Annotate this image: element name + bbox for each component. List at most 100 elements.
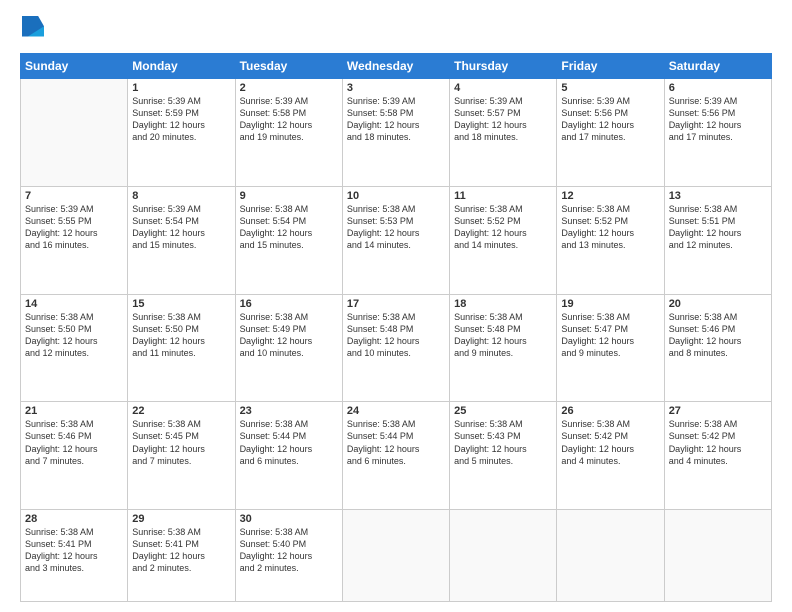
- calendar-cell: 29Sunrise: 5:38 AM Sunset: 5:41 PM Dayli…: [128, 510, 235, 602]
- calendar-cell: 28Sunrise: 5:38 AM Sunset: 5:41 PM Dayli…: [21, 510, 128, 602]
- calendar-cell: 2Sunrise: 5:39 AM Sunset: 5:58 PM Daylig…: [235, 79, 342, 187]
- day-info: Sunrise: 5:38 AM Sunset: 5:47 PM Dayligh…: [561, 311, 659, 360]
- calendar-cell: 1Sunrise: 5:39 AM Sunset: 5:59 PM Daylig…: [128, 79, 235, 187]
- day-info: Sunrise: 5:38 AM Sunset: 5:46 PM Dayligh…: [669, 311, 767, 360]
- calendar-cell: 3Sunrise: 5:39 AM Sunset: 5:58 PM Daylig…: [342, 79, 449, 187]
- calendar-cell: 11Sunrise: 5:38 AM Sunset: 5:52 PM Dayli…: [450, 186, 557, 294]
- calendar-cell: 19Sunrise: 5:38 AM Sunset: 5:47 PM Dayli…: [557, 294, 664, 402]
- day-number: 6: [669, 82, 767, 94]
- day-number: 27: [669, 405, 767, 417]
- calendar-cell: 14Sunrise: 5:38 AM Sunset: 5:50 PM Dayli…: [21, 294, 128, 402]
- calendar-cell: 25Sunrise: 5:38 AM Sunset: 5:43 PM Dayli…: [450, 402, 557, 510]
- calendar-cell: 27Sunrise: 5:38 AM Sunset: 5:42 PM Dayli…: [664, 402, 771, 510]
- day-info: Sunrise: 5:38 AM Sunset: 5:53 PM Dayligh…: [347, 203, 445, 252]
- day-info: Sunrise: 5:38 AM Sunset: 5:52 PM Dayligh…: [454, 203, 552, 252]
- day-info: Sunrise: 5:38 AM Sunset: 5:44 PM Dayligh…: [240, 418, 338, 467]
- day-info: Sunrise: 5:38 AM Sunset: 5:54 PM Dayligh…: [240, 203, 338, 252]
- day-number: 25: [454, 405, 552, 417]
- day-number: 7: [25, 190, 123, 202]
- day-number: 30: [240, 513, 338, 525]
- logo-icon: [22, 16, 44, 38]
- day-info: Sunrise: 5:39 AM Sunset: 5:59 PM Dayligh…: [132, 95, 230, 144]
- day-info: Sunrise: 5:39 AM Sunset: 5:57 PM Dayligh…: [454, 95, 552, 144]
- day-number: 10: [347, 190, 445, 202]
- calendar-cell: 16Sunrise: 5:38 AM Sunset: 5:49 PM Dayli…: [235, 294, 342, 402]
- day-info: Sunrise: 5:38 AM Sunset: 5:44 PM Dayligh…: [347, 418, 445, 467]
- calendar-cell: 5Sunrise: 5:39 AM Sunset: 5:56 PM Daylig…: [557, 79, 664, 187]
- day-number: 3: [347, 82, 445, 94]
- calendar-cell: 26Sunrise: 5:38 AM Sunset: 5:42 PM Dayli…: [557, 402, 664, 510]
- calendar-cell: 8Sunrise: 5:39 AM Sunset: 5:54 PM Daylig…: [128, 186, 235, 294]
- weekday-header: Saturday: [664, 54, 771, 79]
- day-info: Sunrise: 5:39 AM Sunset: 5:56 PM Dayligh…: [561, 95, 659, 144]
- day-number: 15: [132, 298, 230, 310]
- day-info: Sunrise: 5:39 AM Sunset: 5:58 PM Dayligh…: [240, 95, 338, 144]
- weekday-header: Wednesday: [342, 54, 449, 79]
- calendar-cell: 13Sunrise: 5:38 AM Sunset: 5:51 PM Dayli…: [664, 186, 771, 294]
- calendar-cell: 23Sunrise: 5:38 AM Sunset: 5:44 PM Dayli…: [235, 402, 342, 510]
- day-number: 24: [347, 405, 445, 417]
- day-info: Sunrise: 5:38 AM Sunset: 5:40 PM Dayligh…: [240, 526, 338, 575]
- day-info: Sunrise: 5:39 AM Sunset: 5:58 PM Dayligh…: [347, 95, 445, 144]
- calendar-cell: 30Sunrise: 5:38 AM Sunset: 5:40 PM Dayli…: [235, 510, 342, 602]
- day-number: 23: [240, 405, 338, 417]
- calendar-cell: 22Sunrise: 5:38 AM Sunset: 5:45 PM Dayli…: [128, 402, 235, 510]
- day-info: Sunrise: 5:38 AM Sunset: 5:42 PM Dayligh…: [669, 418, 767, 467]
- calendar-cell: 24Sunrise: 5:38 AM Sunset: 5:44 PM Dayli…: [342, 402, 449, 510]
- day-info: Sunrise: 5:38 AM Sunset: 5:41 PM Dayligh…: [132, 526, 230, 575]
- day-info: Sunrise: 5:38 AM Sunset: 5:52 PM Dayligh…: [561, 203, 659, 252]
- calendar-cell: [450, 510, 557, 602]
- calendar-cell: 10Sunrise: 5:38 AM Sunset: 5:53 PM Dayli…: [342, 186, 449, 294]
- day-info: Sunrise: 5:38 AM Sunset: 5:51 PM Dayligh…: [669, 203, 767, 252]
- weekday-header: Monday: [128, 54, 235, 79]
- page: SundayMondayTuesdayWednesdayThursdayFrid…: [0, 0, 792, 612]
- day-number: 18: [454, 298, 552, 310]
- day-info: Sunrise: 5:38 AM Sunset: 5:50 PM Dayligh…: [132, 311, 230, 360]
- calendar-cell: 15Sunrise: 5:38 AM Sunset: 5:50 PM Dayli…: [128, 294, 235, 402]
- day-number: 13: [669, 190, 767, 202]
- day-number: 4: [454, 82, 552, 94]
- weekday-header: Tuesday: [235, 54, 342, 79]
- day-info: Sunrise: 5:38 AM Sunset: 5:42 PM Dayligh…: [561, 418, 659, 467]
- day-number: 1: [132, 82, 230, 94]
- day-info: Sunrise: 5:38 AM Sunset: 5:46 PM Dayligh…: [25, 418, 123, 467]
- calendar-cell: 9Sunrise: 5:38 AM Sunset: 5:54 PM Daylig…: [235, 186, 342, 294]
- calendar-cell: 7Sunrise: 5:39 AM Sunset: 5:55 PM Daylig…: [21, 186, 128, 294]
- weekday-header: Friday: [557, 54, 664, 79]
- day-number: 29: [132, 513, 230, 525]
- calendar-cell: [664, 510, 771, 602]
- logo: [20, 16, 48, 43]
- calendar-cell: [21, 79, 128, 187]
- day-number: 9: [240, 190, 338, 202]
- calendar-cell: 20Sunrise: 5:38 AM Sunset: 5:46 PM Dayli…: [664, 294, 771, 402]
- calendar-cell: [342, 510, 449, 602]
- day-number: 11: [454, 190, 552, 202]
- day-info: Sunrise: 5:38 AM Sunset: 5:50 PM Dayligh…: [25, 311, 123, 360]
- day-info: Sunrise: 5:38 AM Sunset: 5:49 PM Dayligh…: [240, 311, 338, 360]
- day-number: 26: [561, 405, 659, 417]
- day-info: Sunrise: 5:38 AM Sunset: 5:45 PM Dayligh…: [132, 418, 230, 467]
- day-number: 5: [561, 82, 659, 94]
- calendar-cell: 18Sunrise: 5:38 AM Sunset: 5:48 PM Dayli…: [450, 294, 557, 402]
- day-info: Sunrise: 5:39 AM Sunset: 5:54 PM Dayligh…: [132, 203, 230, 252]
- weekday-header: Sunday: [21, 54, 128, 79]
- day-info: Sunrise: 5:38 AM Sunset: 5:48 PM Dayligh…: [454, 311, 552, 360]
- calendar-cell: 17Sunrise: 5:38 AM Sunset: 5:48 PM Dayli…: [342, 294, 449, 402]
- day-number: 20: [669, 298, 767, 310]
- header: [20, 16, 772, 43]
- day-info: Sunrise: 5:39 AM Sunset: 5:55 PM Dayligh…: [25, 203, 123, 252]
- day-number: 22: [132, 405, 230, 417]
- day-number: 28: [25, 513, 123, 525]
- day-number: 12: [561, 190, 659, 202]
- day-number: 16: [240, 298, 338, 310]
- day-info: Sunrise: 5:38 AM Sunset: 5:41 PM Dayligh…: [25, 526, 123, 575]
- day-info: Sunrise: 5:38 AM Sunset: 5:43 PM Dayligh…: [454, 418, 552, 467]
- day-number: 21: [25, 405, 123, 417]
- day-number: 19: [561, 298, 659, 310]
- day-info: Sunrise: 5:38 AM Sunset: 5:48 PM Dayligh…: [347, 311, 445, 360]
- calendar-table: SundayMondayTuesdayWednesdayThursdayFrid…: [20, 53, 772, 602]
- calendar-cell: 12Sunrise: 5:38 AM Sunset: 5:52 PM Dayli…: [557, 186, 664, 294]
- day-number: 2: [240, 82, 338, 94]
- calendar-cell: 6Sunrise: 5:39 AM Sunset: 5:56 PM Daylig…: [664, 79, 771, 187]
- calendar-cell: 4Sunrise: 5:39 AM Sunset: 5:57 PM Daylig…: [450, 79, 557, 187]
